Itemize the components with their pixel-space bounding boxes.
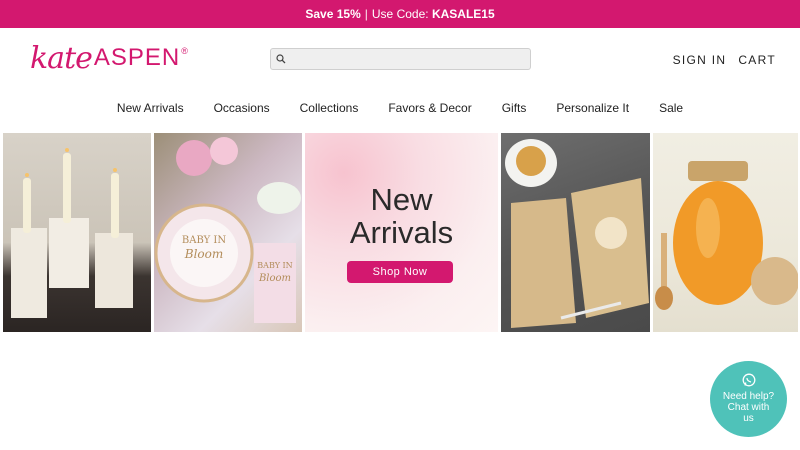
nav-item-occasions[interactable]: Occasions: [214, 94, 270, 122]
logo-script: kate: [30, 40, 93, 76]
chat-line3: us: [743, 413, 754, 424]
chat-line1: Need help?: [722, 391, 775, 402]
site-header: kate ASPEN ® SIGN IN CART: [0, 28, 800, 94]
hero-image-baby-in-bloom[interactable]: BABY IN Bloom BABY IN Bloom: [154, 133, 302, 332]
nav-item-gifts[interactable]: Gifts: [502, 94, 527, 122]
logo-caps: ASPEN: [93, 44, 181, 71]
search-bar[interactable]: [270, 48, 531, 70]
hero-image-honey-jar[interactable]: [653, 133, 798, 332]
sign-in-link[interactable]: SIGN IN: [673, 53, 727, 67]
nav-item-new-arrivals[interactable]: New Arrivals: [117, 94, 184, 122]
honey-cards-illustration: [505, 139, 649, 328]
promo-code: KASALE15: [431, 7, 495, 21]
hero-banner: BABY IN Bloom BABY IN Bloom New Arrivals…: [0, 133, 800, 332]
svg-text:Bloom: Bloom: [258, 273, 291, 284]
hero-image-candles[interactable]: [3, 133, 151, 332]
main-nav: New Arrivals Occasions Collections Favor…: [0, 94, 800, 122]
plates-illustration: BABY IN Bloom BABY IN Bloom: [154, 137, 301, 323]
hero-new-arrivals-panel: New Arrivals Shop Now: [305, 133, 498, 332]
cart-link[interactable]: CART: [738, 53, 776, 67]
nav-item-favors-decor[interactable]: Favors & Decor: [388, 94, 471, 122]
candles-illustration: [11, 148, 133, 318]
promo-separator: |: [364, 7, 368, 21]
promo-discount: Save 15%: [305, 7, 361, 21]
nav-item-personalize-it[interactable]: Personalize It: [556, 94, 629, 122]
hero-title-line1: New: [370, 182, 433, 217]
brand-logo[interactable]: kate ASPEN ®: [30, 40, 188, 76]
nav-item-collections[interactable]: Collections: [300, 94, 359, 122]
hero-title: New Arrivals: [305, 183, 498, 249]
nav-item-sale[interactable]: Sale: [659, 94, 683, 122]
honey-jar-illustration: [655, 161, 798, 310]
whatsapp-icon: [742, 373, 755, 387]
chat-line2: Chat with: [727, 402, 770, 413]
promo-banner[interactable]: Save 15% | Use Code: KASALE15: [0, 0, 800, 28]
hero-title-line2: Arrivals: [349, 215, 454, 250]
logo-registered-mark: ®: [181, 46, 188, 56]
svg-text:BABY IN: BABY IN: [182, 235, 226, 246]
chat-widget[interactable]: Need help? Chat with us: [710, 361, 787, 437]
promo-text: Use Code:: [371, 7, 429, 21]
shop-now-button[interactable]: Shop Now: [347, 261, 453, 283]
search-input[interactable]: [291, 51, 526, 67]
hero-image-honey-cards[interactable]: [501, 133, 650, 332]
search-icon[interactable]: [276, 54, 286, 64]
svg-text:Bloom: Bloom: [184, 247, 223, 261]
account-links: SIGN IN CART: [673, 53, 776, 67]
svg-text:BABY IN: BABY IN: [257, 261, 292, 270]
